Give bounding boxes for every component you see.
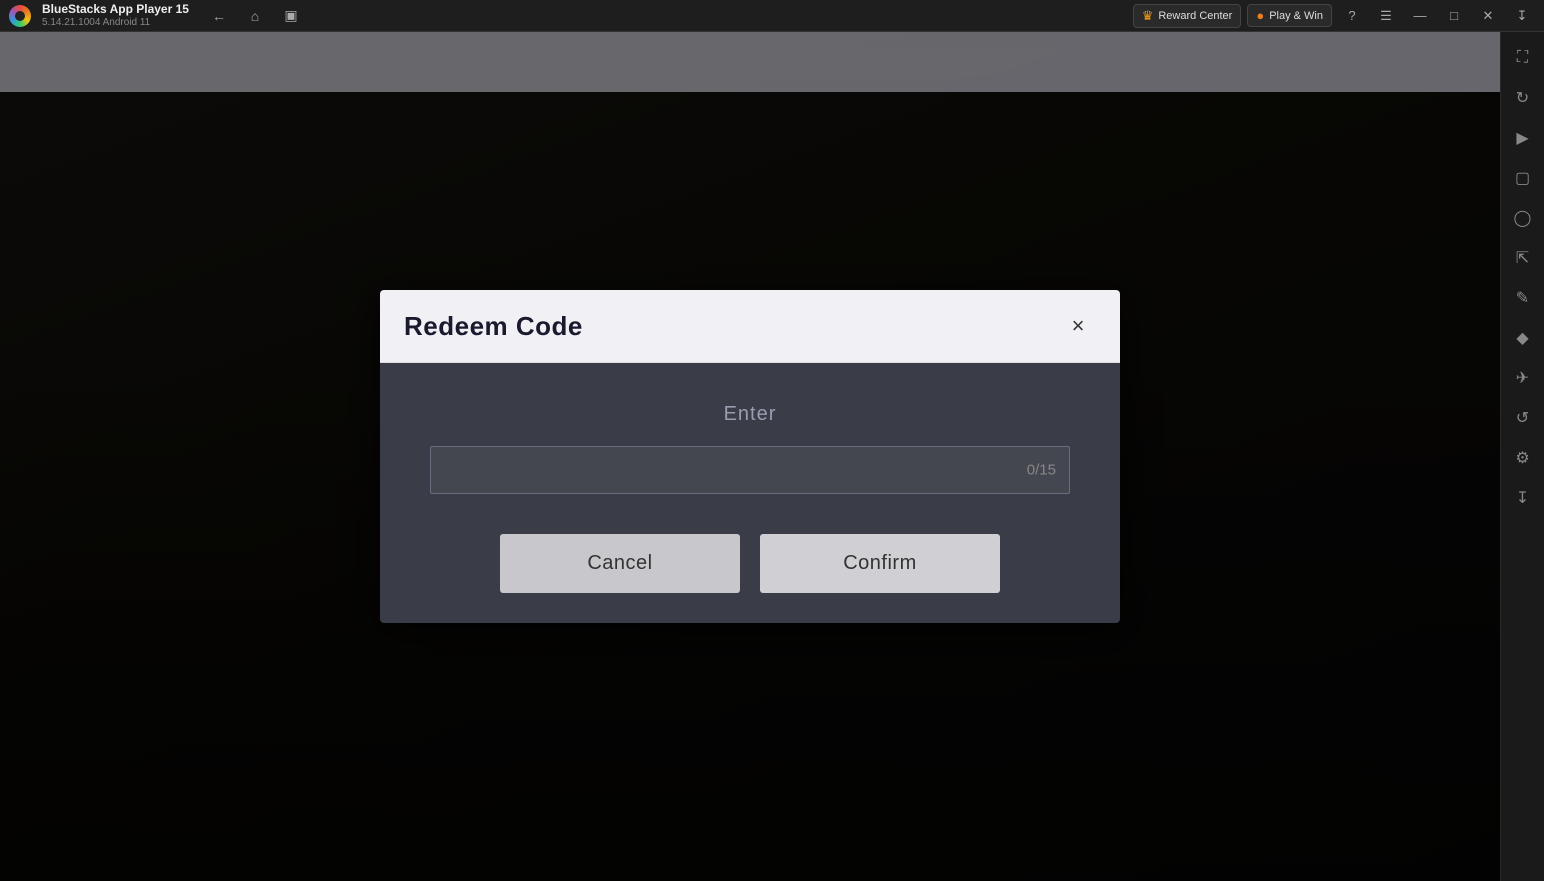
resize-icon[interactable]: ⇱ [1505,240,1541,276]
titlebar-right: ♛ Reward Center ● Play & Win ? ☰ — □ ✕ ↧ [1133,2,1536,30]
copy-button[interactable]: ▣ [277,2,305,30]
maximize-button[interactable]: □ [1440,2,1468,30]
modal-overlay: Redeem Code × Enter 0/15 Cancel Confirm [0,32,1500,881]
menu-button[interactable]: ☰ [1372,2,1400,30]
code-input-wrapper: 0/15 [430,446,1070,494]
modal-buttons: Cancel Confirm [430,534,1070,593]
back-button[interactable]: ← [205,2,233,30]
screenshot-icon[interactable]: ▢ [1505,160,1541,196]
play-icon: ● [1256,8,1264,23]
fullscreen-icon[interactable]: ⛶ [1505,40,1541,76]
enter-label: Enter [430,403,1070,426]
modal-close-button[interactable]: × [1060,308,1096,344]
close-button[interactable]: ✕ [1474,2,1502,30]
minimize-button[interactable]: — [1406,2,1434,30]
home-button[interactable]: ⌂ [241,2,269,30]
confirm-button[interactable]: Confirm [760,534,1000,593]
play-win-label: Play & Win [1269,10,1323,22]
main-area: Redeem Code × Enter 0/15 Cancel Confirm [0,32,1500,881]
app-name-block: BlueStacks App Player 15 5.14.21.1004 An… [42,3,189,27]
settings-icon[interactable]: ⚙ [1505,440,1541,476]
titlebar: BlueStacks App Player 15 5.14.21.1004 An… [0,0,1544,32]
input-counter: 0/15 [1027,462,1056,479]
crown-icon: ♛ [1142,8,1154,24]
app-version: 5.14.21.1004 Android 11 [42,17,189,28]
modal-body: Enter 0/15 Cancel Confirm [380,363,1120,623]
app-logo [4,0,36,32]
play-win-button[interactable]: ● Play & Win [1247,4,1332,27]
redeem-code-modal: Redeem Code × Enter 0/15 Cancel Confirm [380,290,1120,623]
camera-icon[interactable]: ◯ [1505,200,1541,236]
reward-center-button[interactable]: ♛ Reward Center [1133,4,1242,28]
app-name: BlueStacks App Player 15 [42,3,189,16]
volume-icon[interactable]: ▶ [1505,120,1541,156]
right-sidebar: ⛶ ↻ ▶ ▢ ◯ ⇱ ✎ ◆ ✈ ↺ ⚙ ↧ [1500,32,1544,881]
refresh-icon[interactable]: ↺ [1505,400,1541,436]
nav-buttons: ← ⌂ ▣ [205,2,305,30]
help-button[interactable]: ? [1338,2,1366,30]
edit-icon[interactable]: ✎ [1505,280,1541,316]
expand-icon[interactable]: ↧ [1505,480,1541,516]
eraser-icon[interactable]: ◆ [1505,320,1541,356]
map-icon[interactable]: ✈ [1505,360,1541,396]
code-input[interactable] [430,446,1070,494]
modal-header: Redeem Code × [380,290,1120,363]
rotate-icon[interactable]: ↻ [1505,80,1541,116]
reward-center-label: Reward Center [1158,10,1232,22]
cancel-button[interactable]: Cancel [500,534,740,593]
pin-button[interactable]: ↧ [1508,2,1536,30]
modal-title: Redeem Code [404,311,583,342]
